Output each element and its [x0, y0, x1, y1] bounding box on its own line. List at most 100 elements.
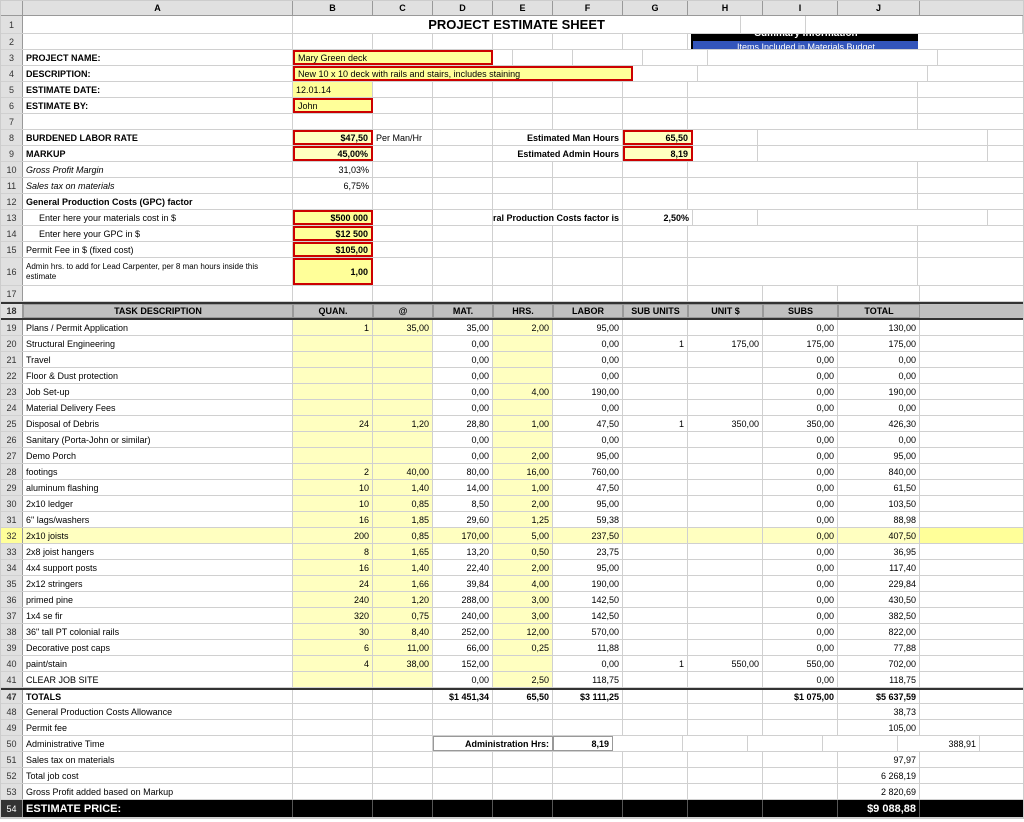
task-21-unitdollar [688, 352, 763, 367]
cell-17i [763, 286, 838, 301]
cell-8e-man-hrs-label: Estimated Man Hours [493, 130, 623, 145]
col-header-hrs: HRS. [493, 304, 553, 318]
cell-12g [623, 194, 688, 209]
cell-2g [623, 34, 688, 49]
row-34: 34 4x4 support posts 16 1,40 22,40 2,00 … [1, 560, 1023, 576]
cell-8b-value[interactable]: $47,50 [293, 130, 373, 145]
cell-3a-label: PROJECT NAME: [23, 50, 293, 65]
cell-15e [493, 242, 553, 257]
cell-13f-gpc-value: 2,50% [623, 210, 693, 225]
cell-7a [23, 114, 293, 129]
cell-14d [433, 226, 493, 241]
cell-11a-label: Sales tax on materials [23, 178, 293, 193]
row-num-3: 3 [1, 50, 23, 65]
cell-16d [433, 258, 493, 285]
cell-8d [433, 130, 493, 145]
cell-5a-label: ESTIMATE DATE: [23, 82, 293, 97]
cell-10f [553, 162, 623, 177]
cell-4a-label: DESCRIPTION: [23, 66, 293, 81]
cell-6e [493, 98, 553, 113]
cell-15b-value[interactable]: $105,00 [293, 242, 373, 257]
task-19-unitdollar [688, 320, 763, 335]
task-22-desc: Floor & Dust protection [23, 368, 293, 383]
cell-17b [293, 286, 373, 301]
cell-15d [433, 242, 493, 257]
cell-14b-value[interactable]: $12 500 [293, 226, 373, 241]
totals-subs: $1 075,00 [763, 690, 838, 703]
totals-total: $5 637,59 [838, 690, 920, 703]
col-header-e: E [493, 1, 553, 15]
cell-4b-value[interactable]: New 10 x 10 deck with rails and stairs, … [293, 66, 633, 81]
cell-13b-value[interactable]: $500 000 [293, 210, 373, 225]
col-header-total: TOTAL [838, 304, 920, 318]
row-num-7: 7 [1, 114, 23, 129]
cell-7-summary [688, 114, 918, 129]
cell-7g [623, 114, 688, 129]
summary-box: Summary Information Items Included in Ma… [691, 34, 918, 49]
col-header-sub-units: SUB UNITS [623, 304, 688, 318]
cell-12a-label: General Production Costs (GPC) factor [23, 194, 293, 209]
row53-value: 2 820,69 [838, 784, 920, 799]
row-47-totals: 47 TOTALS $1 451,34 65,50 $3 111,25 $1 0… [1, 688, 1023, 704]
cell-2d [433, 34, 493, 49]
row-3: 3 PROJECT NAME: Mary Green deck [1, 50, 1023, 66]
cell-14c [373, 226, 433, 241]
cell-9d [433, 146, 493, 161]
row-14: 14 Enter here your GPC in $ $12 500 [1, 226, 1023, 242]
col-header-task: TASK DESCRIPTION [23, 304, 293, 318]
task-20-desc: Structural Engineering [23, 336, 293, 351]
cell-12c [373, 194, 433, 209]
cell-6b-value[interactable]: John [293, 98, 373, 113]
cell-17f [553, 286, 623, 301]
col-header-quan: QUAN. [293, 304, 373, 318]
estimate-price-value: $9 088,88 [838, 800, 920, 817]
totals-label: TOTALS [23, 690, 293, 703]
row51-label: Sales tax on materials [23, 752, 293, 767]
row-12: 12 General Production Costs (GPC) factor [1, 194, 1023, 210]
row52-value: 6 268,19 [838, 768, 920, 783]
task-21-labor: 0,00 [553, 352, 623, 367]
cell-10e [493, 162, 553, 177]
cell-12e [493, 194, 553, 209]
cell-13a-label: Enter here your materials cost in $ [23, 210, 293, 225]
row-num-2: 2 [1, 34, 23, 49]
cell-5b-value[interactable]: 12.01.14 [293, 82, 373, 97]
row-53: 53 Gross Profit added based on Markup 2 … [1, 784, 1023, 800]
cell-5f [553, 82, 623, 97]
row-num-4: 4 [1, 66, 23, 81]
row-36: 36 primed pine 240 1,20 288,00 3,00 142,… [1, 592, 1023, 608]
summary-title-cell [806, 16, 1023, 33]
row-num-14: 14 [1, 226, 23, 241]
row-num-col-header [1, 1, 23, 15]
row-10: 10 Gross Profit Margin 31,03% [1, 162, 1023, 178]
cell-12-summary [688, 194, 918, 209]
cell-13d [433, 210, 493, 225]
task-20-hrs [493, 336, 553, 351]
cell-6f [553, 98, 623, 113]
row-num-18: 18 [1, 304, 23, 318]
row-1: 1 PROJECT ESTIMATE SHEET [1, 16, 1023, 34]
row-50: 50 Administrative Time Administration Hr… [1, 736, 1023, 752]
cell-9b-value[interactable]: 45,00% [293, 146, 373, 161]
cell-10d [433, 162, 493, 177]
row-48: 48 General Production Costs Allowance 38… [1, 704, 1023, 720]
task-20-subunits: 1 [623, 336, 688, 351]
col-header-unit-dollar: UNIT $ [688, 304, 763, 318]
row-num-1: 1 [1, 16, 23, 33]
col-header-f: F [553, 1, 623, 15]
cell-16a-label: Admin hrs. to add for Lead Carpenter, pe… [23, 258, 293, 285]
cell-11d [433, 178, 493, 193]
cell-10c [373, 162, 433, 177]
col-header-j: J [838, 1, 920, 15]
cell-16b-value[interactable]: 1,00 [293, 258, 373, 285]
row-27: 27 Demo Porch 0,00 2,00 95,00 0,00 95,00 [1, 448, 1023, 464]
row-41: 41 CLEAR JOB SITE 0,00 2,50 118,75 0,00 … [1, 672, 1023, 688]
cell-9-summary [758, 146, 988, 161]
cell-3f [573, 50, 643, 65]
cell-3b-value[interactable]: Mary Green deck [293, 50, 493, 65]
cell-12f [553, 194, 623, 209]
col-header-at: @ [373, 304, 433, 318]
cell-1g [741, 16, 806, 33]
row-num-13: 13 [1, 210, 23, 225]
row-5: 5 ESTIMATE DATE: 12.01.14 [1, 82, 1023, 98]
